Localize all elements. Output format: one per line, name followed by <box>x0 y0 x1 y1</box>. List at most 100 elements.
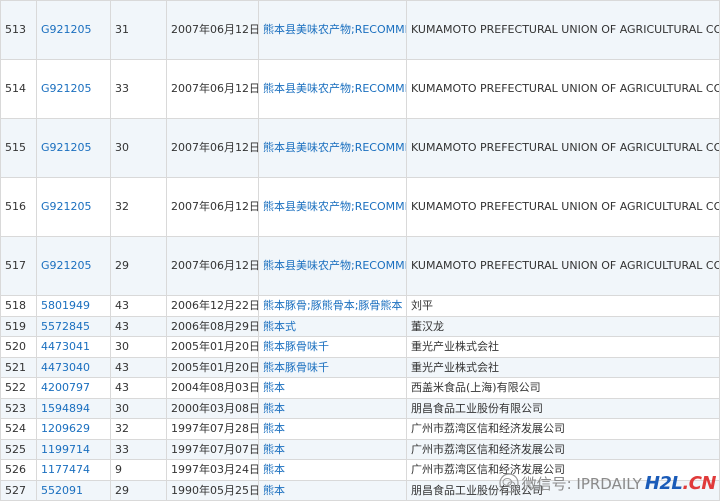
table-body: 513G921205312007年06月12日熊本县美味农产物;RECOMMEN… <box>0 0 720 501</box>
watermark-logo: H2L.CN <box>645 472 717 494</box>
trademark-link[interactable]: 熊本 <box>258 459 407 481</box>
date-cell: 2007年06月12日 <box>166 118 259 178</box>
row-index: 521 <box>0 356 37 378</box>
class-cell: 43 <box>110 377 167 399</box>
registration-link[interactable]: 552091 <box>36 479 111 501</box>
registration-link[interactable]: G921205 <box>36 118 111 178</box>
trademark-link[interactable]: 熊本 <box>258 397 407 419</box>
class-cell: 43 <box>110 356 167 378</box>
class-cell: 32 <box>110 418 167 440</box>
row-index: 517 <box>0 236 37 296</box>
registration-link[interactable]: 1199714 <box>36 438 111 460</box>
date-cell: 2005年01月20日 <box>166 336 259 358</box>
trademark-link[interactable]: 熊本县美味农产物;RECOMMENDED BY KUMAMOTO JAPAN；I… <box>258 118 407 178</box>
trademark-link[interactable]: 熊本 <box>258 418 407 440</box>
registration-link[interactable]: 5572845 <box>36 315 111 337</box>
date-cell: 2007年06月12日 <box>166 0 259 60</box>
registration-link[interactable]: 1209629 <box>36 418 111 440</box>
trademark-table: 513G921205312007年06月12日熊本县美味农产物;RECOMMEN… <box>0 0 720 501</box>
registration-link[interactable]: 4473041 <box>36 336 111 358</box>
table-row: 522 4200797 43 2004年08月03日 熊本 西盖米食品(上海)有限公司 <box>0 377 720 399</box>
trademark-link[interactable]: 熊本县美味农产物;RECOMMENDED BY KUMAMOTO JAPAN；I… <box>258 59 407 119</box>
trademark-link[interactable]: 熊本县美味农产物;RECOMMENDED BY KUMAMOTO JAPAN；I… <box>258 236 407 296</box>
owner-cell: 重光产业株式会社 <box>406 336 720 358</box>
owner-cell: KUMAMOTO PREFECTURAL UNION OF AGRICULTUR… <box>406 0 720 60</box>
row-index: 515 <box>0 118 37 178</box>
row-index: 513 <box>0 0 37 60</box>
table-row: 517G921205292007年06月12日熊本县美味农产物;RECOMMEN… <box>0 236 720 296</box>
table-row: 518 5801949 43 2006年12月22日 熊本豚骨;豚熊骨本;豚骨熊本 刘平 <box>0 295 720 317</box>
class-cell: 31 <box>110 0 167 60</box>
class-cell: 33 <box>110 59 167 119</box>
row-index: 526 <box>0 459 37 481</box>
registration-link[interactable]: 4473040 <box>36 356 111 378</box>
trademark-link[interactable]: 熊本式 <box>258 315 407 337</box>
owner-cell: 广州市荔湾区信和经济发展公司 <box>406 438 720 460</box>
owner-cell: 广州市荔湾区信和经济发展公司 <box>406 418 720 440</box>
row-index: 525 <box>0 438 37 460</box>
trademark-link[interactable]: 熊本豚骨味千 <box>258 356 407 378</box>
class-cell: 30 <box>110 397 167 419</box>
registration-link[interactable]: G921205 <box>36 59 111 119</box>
row-index: 520 <box>0 336 37 358</box>
row-index: 523 <box>0 397 37 419</box>
class-cell: 9 <box>110 459 167 481</box>
registration-link[interactable]: G921205 <box>36 0 111 60</box>
table-row: 523 1594894 30 2000年03月08日 熊本 朋昌食品工业股份有限公司 <box>0 397 720 419</box>
owner-cell: 董汉龙 <box>406 315 720 337</box>
trademark-link[interactable]: 熊本 <box>258 479 407 501</box>
owner-cell: KUMAMOTO PREFECTURAL UNION OF AGRICULTUR… <box>406 118 720 178</box>
class-cell: 43 <box>110 295 167 317</box>
date-cell: 2007年06月12日 <box>166 236 259 296</box>
registration-link[interactable]: 5801949 <box>36 295 111 317</box>
date-cell: 1997年03月24日 <box>166 459 259 481</box>
date-cell: 2005年01月20日 <box>166 356 259 378</box>
registration-link[interactable]: 4200797 <box>36 377 111 399</box>
trademark-link[interactable]: 熊本 <box>258 377 407 399</box>
watermark-wechat-text: 微信号: IPRDAILY <box>521 474 642 493</box>
date-cell: 2000年03月08日 <box>166 397 259 419</box>
row-index: 518 <box>0 295 37 317</box>
owner-cell: 西盖米食品(上海)有限公司 <box>406 377 720 399</box>
table-row: 516G921205322007年06月12日熊本县美味农产物;RECOMMEN… <box>0 177 720 237</box>
table-row: 525 1199714 33 1997年07月07日 熊本 广州市荔湾区信和经济发展公司 <box>0 438 720 460</box>
registration-link[interactable]: G921205 <box>36 177 111 237</box>
row-index: 516 <box>0 177 37 237</box>
registration-link[interactable]: 1594894 <box>36 397 111 419</box>
row-index: 527 <box>0 479 37 501</box>
table-row: 513G921205312007年06月12日熊本县美味农产物;RECOMMEN… <box>0 0 720 60</box>
table-row: 521 4473040 43 2005年01月20日 熊本豚骨味千 重光产业株式会社 <box>0 356 720 378</box>
table-row: 520 4473041 30 2005年01月20日 熊本豚骨味千 重光产业株式会社 <box>0 336 720 358</box>
class-cell: 43 <box>110 315 167 337</box>
owner-cell: KUMAMOTO PREFECTURAL UNION OF AGRICULTUR… <box>406 177 720 237</box>
trademark-link[interactable]: 熊本县美味农产物;RECOMMENDED BY KUMAMOTO JAPAN；I… <box>258 0 407 60</box>
row-index: 514 <box>0 59 37 119</box>
registration-link[interactable]: 1177474 <box>36 459 111 481</box>
class-cell: 30 <box>110 336 167 358</box>
table-row: 514G921205332007年06月12日熊本县美味农产物;RECOMMEN… <box>0 59 720 119</box>
class-cell: 32 <box>110 177 167 237</box>
date-cell: 2004年08月03日 <box>166 377 259 399</box>
wechat-icon <box>498 473 519 493</box>
class-cell: 30 <box>110 118 167 178</box>
owner-cell: 重光产业株式会社 <box>406 356 720 378</box>
owner-cell: KUMAMOTO PREFECTURAL UNION OF AGRICULTUR… <box>406 59 720 119</box>
watermark: 微信号: IPRDAILY H2L.CN <box>498 471 717 495</box>
trademark-link[interactable]: 熊本豚骨;豚熊骨本;豚骨熊本 <box>258 295 407 317</box>
owner-cell: 刘平 <box>406 295 720 317</box>
logo-cn: CN <box>688 472 717 494</box>
date-cell: 2006年12月22日 <box>166 295 259 317</box>
class-cell: 29 <box>110 236 167 296</box>
row-index: 524 <box>0 418 37 440</box>
date-cell: 2007年06月12日 <box>166 177 259 237</box>
date-cell: 2007年06月12日 <box>166 59 259 119</box>
owner-cell: KUMAMOTO PREFECTURAL UNION OF AGRICULTUR… <box>406 236 720 296</box>
date-cell: 1990年05月25日 <box>166 479 259 501</box>
registration-link[interactable]: G921205 <box>36 236 111 296</box>
table-row: 519 5572845 43 2006年08月29日 熊本式 董汉龙 <box>0 315 720 337</box>
trademark-link[interactable]: 熊本县美味农产物;RECOMMENDED BY KUMAMOTO JAPAN；I… <box>258 177 407 237</box>
row-index: 522 <box>0 377 37 399</box>
trademark-link[interactable]: 熊本豚骨味千 <box>258 336 407 358</box>
trademark-link[interactable]: 熊本 <box>258 438 407 460</box>
table-row: 524 1209629 32 1997年07月28日 熊本 广州市荔湾区信和经济发展公司 <box>0 418 720 440</box>
